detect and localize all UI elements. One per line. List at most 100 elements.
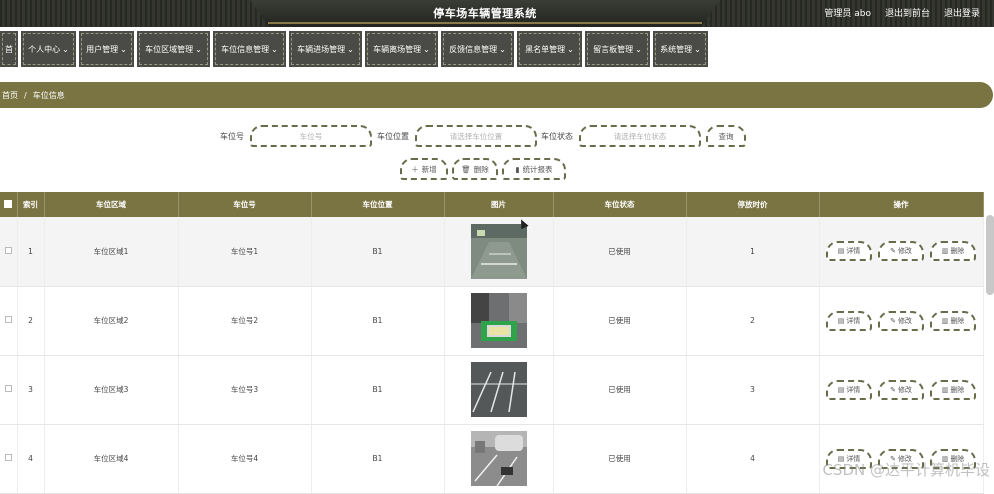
to-front-link[interactable]: 退出到前台 — [885, 6, 930, 19]
parking-photo[interactable] — [471, 316, 527, 325]
edit-icon: ✎ — [890, 247, 896, 255]
status-select[interactable]: 请选择车位状态 — [579, 125, 701, 147]
actions-cell: ▤详情 ✎修改 ▥删除 — [819, 217, 983, 286]
chevron-down-icon: ⌄ — [120, 45, 127, 54]
chevron-down-icon: ⌄ — [499, 45, 506, 54]
table-row[interactable]: 2车位区域2车位号2B1已使用2▤详情✎修改▥删除 — [0, 286, 983, 355]
row-checkbox[interactable] — [5, 454, 12, 461]
nav-item-label: 车位信息管理 — [221, 44, 269, 55]
column-header: 操作 — [819, 192, 983, 217]
spot-no-cell: 车位号4 — [178, 424, 311, 493]
spot-no-cell: 车位号3 — [178, 355, 311, 424]
actions-cell: ▤详情 ✎修改 ▥删除 — [819, 286, 983, 355]
spot-no-cell: 车位号1 — [178, 217, 311, 286]
table-row[interactable]: 3车位区域3车位号3B1已使用3▤详情✎修改▥删除 — [0, 355, 983, 424]
row-delete-button[interactable]: ▥删除 — [930, 380, 976, 400]
document-icon: ▤ — [838, 317, 845, 325]
detail-button[interactable]: ▤详情 — [826, 241, 872, 261]
edit-label: 修改 — [898, 316, 912, 326]
column-header: 车位号 — [178, 192, 311, 217]
logout-link[interactable]: 退出登录 — [944, 6, 980, 19]
status-label: 车位状态 — [541, 131, 573, 142]
edit-button[interactable]: ✎修改 — [878, 311, 924, 331]
column-header: 车位状态 — [553, 192, 686, 217]
image-cell — [444, 424, 553, 493]
document-icon: ▤ — [838, 386, 845, 394]
location-cell: B1 — [311, 286, 444, 355]
add-button[interactable]: ＋ 新增 — [400, 158, 448, 180]
column-header: 索引 — [17, 192, 44, 217]
status-cell: 已使用 — [553, 286, 686, 355]
table-row[interactable]: 1车位区域1车位号1B1已使用1▤详情✎修改▥删除 — [0, 217, 983, 286]
parking-photo[interactable] — [471, 246, 527, 255]
main-nav: 首个人中心⌄用户管理⌄车位区域管理⌄车位信息管理⌄车辆进场管理⌄车辆离场管理⌄反… — [0, 31, 711, 67]
location-select[interactable]: 请选择车位位置 — [415, 125, 537, 147]
trash-icon: ▥ — [942, 386, 949, 394]
row-select-cell[interactable] — [0, 286, 17, 355]
delete-label: 删除 — [950, 385, 964, 395]
row-delete-button[interactable]: ▥删除 — [930, 311, 976, 331]
plus-icon: ＋ — [411, 164, 419, 175]
nav-item[interactable]: 黑名单管理⌄ — [517, 31, 582, 67]
table-header-row: 索引 车位区域 车位号 车位位置 图片 车位状态 停放时价 操作 — [0, 192, 983, 217]
delete-label: 删除 — [950, 316, 964, 326]
area-cell: 车位区域2 — [44, 286, 178, 355]
chevron-down-icon: ⌄ — [347, 45, 354, 54]
nav-item[interactable]: 反馈信息管理⌄ — [441, 31, 514, 67]
spot-no-cell: 车位号2 — [178, 286, 311, 355]
report-button[interactable]: ▮ 统计报表 — [502, 158, 566, 180]
edit-icon: ✎ — [890, 317, 896, 325]
edit-icon: ✎ — [890, 386, 896, 394]
row-select-cell[interactable] — [0, 424, 17, 493]
search-bar: 车位号 车位号 车位位置 请选择车位位置 车位状态 请选择车位状态 查询 — [0, 125, 994, 147]
edit-button[interactable]: ✎修改 — [878, 241, 924, 261]
image-cell — [444, 355, 553, 424]
status-cell: 已使用 — [553, 424, 686, 493]
nav-item[interactable]: 个人中心⌄ — [21, 31, 76, 67]
row-checkbox[interactable] — [5, 385, 12, 392]
detail-button[interactable]: ▤详情 — [826, 311, 872, 331]
row-checkbox[interactable] — [5, 316, 12, 323]
query-button[interactable]: 查询 — [706, 125, 746, 147]
scrollbar[interactable] — [986, 215, 994, 295]
edit-label: 修改 — [898, 246, 912, 256]
chevron-down-icon: ⌄ — [62, 45, 69, 54]
edit-button[interactable]: ✎修改 — [878, 380, 924, 400]
nav-item-label: 黑名单管理 — [525, 44, 565, 55]
price-cell: 2 — [686, 286, 819, 355]
column-header: 图片 — [444, 192, 553, 217]
spot-no-input[interactable]: 车位号 — [250, 125, 372, 147]
image-cell — [444, 286, 553, 355]
select-all-checkbox[interactable] — [4, 200, 12, 208]
row-checkbox[interactable] — [5, 247, 12, 254]
nav-item[interactable]: 系统管理⌄ — [653, 31, 708, 67]
trash-icon: ▥ — [942, 247, 949, 255]
row-select-cell[interactable] — [0, 217, 17, 286]
parking-photo[interactable] — [471, 385, 527, 394]
delete-button[interactable]: 🗑 删除 — [452, 158, 498, 180]
breadcrumb-home[interactable]: 首页 — [2, 90, 18, 101]
select-all-header[interactable] — [0, 192, 17, 217]
index-cell: 3 — [17, 355, 44, 424]
trash-icon: 🗑 — [461, 165, 471, 174]
parking-photo[interactable] — [471, 454, 527, 463]
nav-item[interactable]: 车位信息管理⌄ — [213, 31, 286, 67]
location-cell: B1 — [311, 355, 444, 424]
location-cell: B1 — [311, 424, 444, 493]
chevron-down-icon: ⌄ — [271, 45, 278, 54]
column-header: 车位位置 — [311, 192, 444, 217]
nav-item[interactable]: 车辆离场管理⌄ — [365, 31, 438, 67]
detail-label: 详情 — [846, 316, 860, 326]
column-header: 停放时价 — [686, 192, 819, 217]
row-delete-button[interactable]: ▥删除 — [930, 241, 976, 261]
detail-button[interactable]: ▤详情 — [826, 380, 872, 400]
image-cell — [444, 217, 553, 286]
top-bar: 停车场车辆管理系统 管理员 abo 退出到前台 退出登录 — [0, 0, 994, 27]
row-select-cell[interactable] — [0, 355, 17, 424]
nav-item[interactable]: 车位区域管理⌄ — [137, 31, 210, 67]
nav-item[interactable]: 用户管理⌄ — [79, 31, 134, 67]
nav-item[interactable]: 留言板管理⌄ — [585, 31, 650, 67]
data-table: 索引 车位区域 车位号 车位位置 图片 车位状态 停放时价 操作 1车位区域1车… — [0, 192, 983, 494]
nav-item[interactable]: 首 — [0, 31, 18, 67]
nav-item[interactable]: 车辆进场管理⌄ — [289, 31, 362, 67]
